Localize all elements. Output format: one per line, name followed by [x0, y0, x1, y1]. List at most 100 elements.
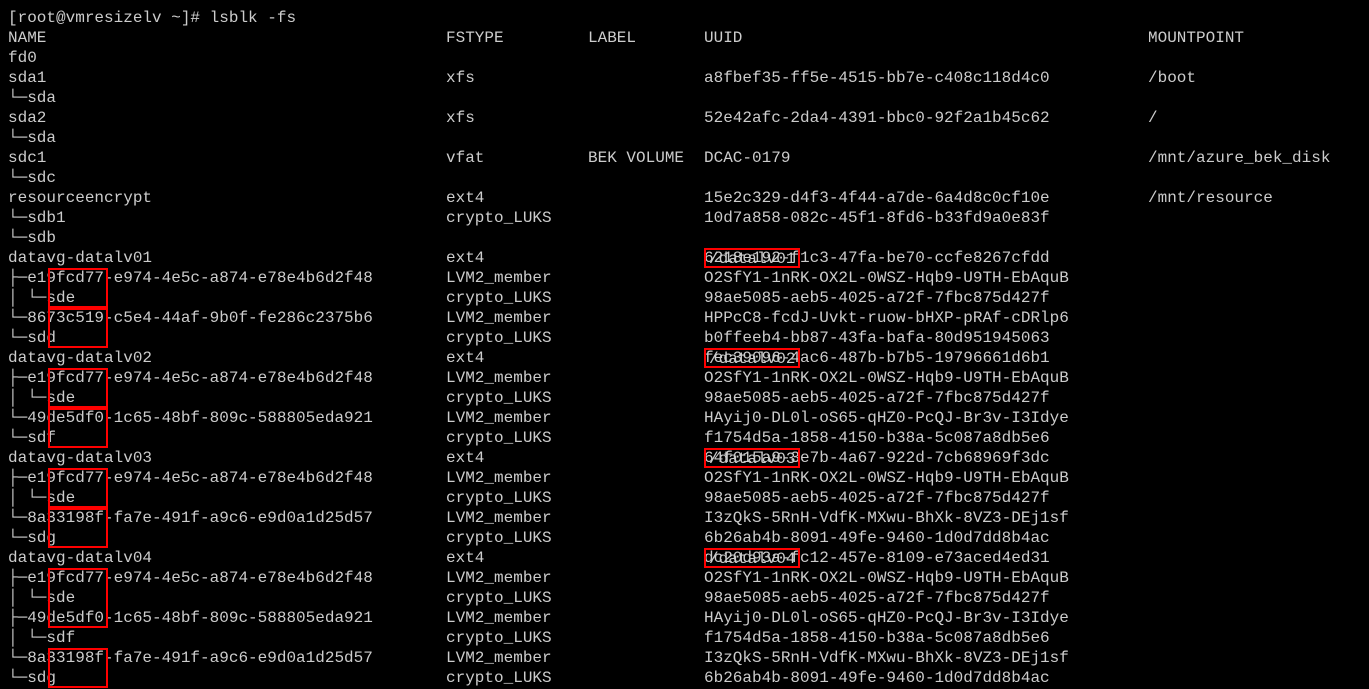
cell-fstype: crypto_LUKS: [446, 428, 588, 448]
cell-name: └─sdf: [8, 428, 446, 448]
output-row: └─sda: [8, 88, 1369, 108]
cell-mount: /mnt/azure_bek_disk: [1148, 148, 1369, 168]
cell-fstype: crypto_LUKS: [446, 488, 588, 508]
output-row: ├─49de5df0-1c65-48bf-809c-588805eda921LV…: [8, 608, 1369, 628]
output-row: ├─e19fcd77-e974-4e5c-a874-e78e4b6d2f48LV…: [8, 368, 1369, 388]
cell-uuid: HPPcC8-fcdJ-Uvkt-ruow-bHXP-pRAf-cDRlp6: [704, 308, 1148, 328]
cell-uuid: I3zQkS-5RnH-VdfK-MXwu-BhXk-8VZ3-DEj1sf: [704, 648, 1148, 668]
cell-uuid: 98ae5085-aeb5-4025-a72f-7fbc875d427f: [704, 288, 1148, 308]
prompt-line: [root@vmresizelv ~]# lsblk -fs: [8, 8, 1369, 28]
col-header-uuid: UUID: [704, 28, 1148, 48]
output-row: datavg-datalv04ext4dc20d93a-fc12-457e-81…: [8, 548, 1369, 568]
cell-fstype: ext4: [446, 548, 588, 568]
output-row: resourceencryptext4 15e2c329-d4f3-4f44-a7…: [8, 188, 1369, 208]
cell-fstype: ext4: [446, 448, 588, 468]
cell-fstype: LVM2_member: [446, 648, 588, 668]
cell-fstype: crypto_LUKS: [446, 328, 588, 348]
cell-uuid: O2SfY1-1nRK-OX2L-0WSZ-Hqb9-U9TH-EbAquB: [704, 468, 1148, 488]
cell-name: ├─e19fcd77-e974-4e5c-a874-e78e4b6d2f48: [8, 268, 446, 288]
cell-uuid: HAyij0-DL0l-oS65-qHZ0-PcQJ-Br3v-I3Idye: [704, 608, 1148, 628]
cell-uuid: 98ae5085-aeb5-4025-a72f-7fbc875d427f: [704, 488, 1148, 508]
cell-name: fd0: [8, 48, 446, 68]
output-row: └─49de5df0-1c65-48bf-809c-588805eda921LV…: [8, 408, 1369, 428]
cell-name: ├─49de5df0-1c65-48bf-809c-588805eda921: [8, 608, 446, 628]
output-row: └─sddcrypto_LUKS b0ffeeb4-bb87-43fa-bafa-…: [8, 328, 1369, 348]
cell-uuid: DCAC-0179: [704, 148, 1148, 168]
cell-name: └─8a33198f-fa7e-491f-a9c6-e9d0a1d25d57: [8, 648, 446, 668]
col-header-mount: MOUNTPOINT: [1148, 28, 1369, 48]
cell-mount: /: [1148, 108, 1369, 128]
cell-fstype: LVM2_member: [446, 608, 588, 628]
cell-name: └─8673c519-c5e4-44af-9b0f-fe286c2375b6: [8, 308, 446, 328]
cell-fstype: crypto_LUKS: [446, 668, 588, 688]
output-row: └─sdgcrypto_LUKS 6b26ab4b-8091-49fe-9460-…: [8, 668, 1369, 688]
cell-name: └─sdb: [8, 228, 446, 248]
col-header-fstype: FSTYPE: [446, 28, 588, 48]
output-row: └─sda: [8, 128, 1369, 148]
output-row: └─8673c519-c5e4-44af-9b0f-fe286c2375b6LV…: [8, 308, 1369, 328]
cell-uuid: 15e2c329-d4f3-4f44-a7de-6a4d8c0cf10e: [704, 188, 1148, 208]
cell-name: resourceencrypt: [8, 188, 446, 208]
cell-name: datavg-datalv02: [8, 348, 446, 368]
cell-fstype: xfs: [446, 68, 588, 88]
terminal[interactable]: [root@vmresizelv ~]# lsblk -fs NAMEFSTYP…: [0, 0, 1369, 688]
cell-name: ├─e19fcd77-e974-4e5c-a874-e78e4b6d2f48: [8, 568, 446, 588]
output-row: fd0: [8, 48, 1369, 68]
cell-uuid: f1754d5a-1858-4150-b38a-5c087a8db5e6: [704, 428, 1148, 448]
cell-mount: /mnt/resource: [1148, 188, 1369, 208]
cell-name: sdc1: [8, 148, 446, 168]
output-row: └─sdc: [8, 168, 1369, 188]
cell-name: │ └─sde: [8, 388, 446, 408]
cell-fstype: crypto_LUKS: [446, 288, 588, 308]
cell-name: └─sdd: [8, 328, 446, 348]
cell-name: sda2: [8, 108, 446, 128]
output-row: ├─e19fcd77-e974-4e5c-a874-e78e4b6d2f48LV…: [8, 468, 1369, 488]
output-row: │ └─sdecrypto_LUKS 98ae5085-aeb5-4025-a72…: [8, 488, 1369, 508]
cell-fstype: ext4: [446, 248, 588, 268]
cell-fstype: ext4: [446, 348, 588, 368]
cell-uuid: 6b26ab4b-8091-49fe-9460-1d0d7dd8b4ac: [704, 528, 1148, 548]
output-row: │ └─sdecrypto_LUKS98ae5085-aeb5-4025-a72…: [8, 588, 1369, 608]
cell-uuid: 98ae5085-aeb5-4025-a72f-7fbc875d427f: [704, 388, 1148, 408]
output-row: └─sdb1crypto_LUKS10d7a858-082c-45f1-8fd6…: [8, 208, 1369, 228]
cell-fstype: LVM2_member: [446, 308, 588, 328]
output-row: └─sdb: [8, 228, 1369, 248]
col-header-label: LABEL: [588, 28, 704, 48]
cell-fstype: LVM2_member: [446, 568, 588, 588]
cell-uuid: 6b26ab4b-8091-49fe-9460-1d0d7dd8b4ac: [704, 668, 1148, 688]
output-row: datavg-datalv01ext46218e192-f1c3-47fa-be…: [8, 248, 1369, 268]
cell-uuid: I3zQkS-5RnH-VdfK-MXwu-BhXk-8VZ3-DEj1sf: [704, 508, 1148, 528]
cell-fstype: LVM2_member: [446, 408, 588, 428]
cell-name: └─49de5df0-1c65-48bf-809c-588805eda921: [8, 408, 446, 428]
cell-name: datavg-datalv01: [8, 248, 446, 268]
cell-name: └─sda: [8, 88, 446, 108]
cell-name: └─sdc: [8, 168, 446, 188]
cell-fstype: LVM2_member: [446, 268, 588, 288]
cell-name: └─sdg: [8, 528, 446, 548]
cell-fstype: crypto_LUKS: [446, 388, 588, 408]
output-row: sdc1vfatBEK VOLUMEDCAC-0179/mnt/azure_be…: [8, 148, 1369, 168]
cell-uuid: b0ffeeb4-bb87-43fa-bafa-80d951945063: [704, 328, 1148, 348]
cell-fstype: xfs: [446, 108, 588, 128]
cell-uuid: 98ae5085-aeb5-4025-a72f-7fbc875d427f: [704, 588, 1148, 608]
output-row: sda1xfsa8fbef35-ff5e-4515-bb7e-c408c118d…: [8, 68, 1369, 88]
highlight-mountpoint: /datalv04: [704, 548, 800, 568]
highlight-mountpoint: /datalv03: [704, 448, 800, 468]
cell-uuid: O2SfY1-1nRK-OX2L-0WSZ-Hqb9-U9TH-EbAquB: [704, 268, 1148, 288]
cell-uuid: HAyij0-DL0l-oS65-qHZ0-PcQJ-Br3v-I3Idye: [704, 408, 1148, 428]
cell-uuid: 52e42afc-2da4-4391-bbc0-92f2a1b45c62: [704, 108, 1148, 128]
cell-fstype: crypto_LUKS: [446, 588, 588, 608]
cell-fstype: ext4: [446, 188, 588, 208]
cell-uuid: a8fbef35-ff5e-4515-bb7e-c408c118d4c0: [704, 68, 1148, 88]
output-row: ├─e19fcd77-e974-4e5c-a874-e78e4b6d2f48LV…: [8, 568, 1369, 588]
output-row: │ └─sdfcrypto_LUKSf1754d5a-1858-4150-b38…: [8, 628, 1369, 648]
cell-name: │ └─sde: [8, 488, 446, 508]
cell-fstype: crypto_LUKS: [446, 208, 588, 228]
cell-name: └─sdg: [8, 668, 446, 688]
cell-label: BEK VOLUME: [588, 148, 704, 168]
cell-fstype: LVM2_member: [446, 368, 588, 388]
output-row: │ └─sdecrypto_LUKS98ae5085-aeb5-4025-a72…: [8, 288, 1369, 308]
output-row: sda2xfs 52e42afc-2da4-4391-bbc0-92f2a1b45…: [8, 108, 1369, 128]
cell-fstype: crypto_LUKS: [446, 528, 588, 548]
cell-name: datavg-datalv03: [8, 448, 446, 468]
